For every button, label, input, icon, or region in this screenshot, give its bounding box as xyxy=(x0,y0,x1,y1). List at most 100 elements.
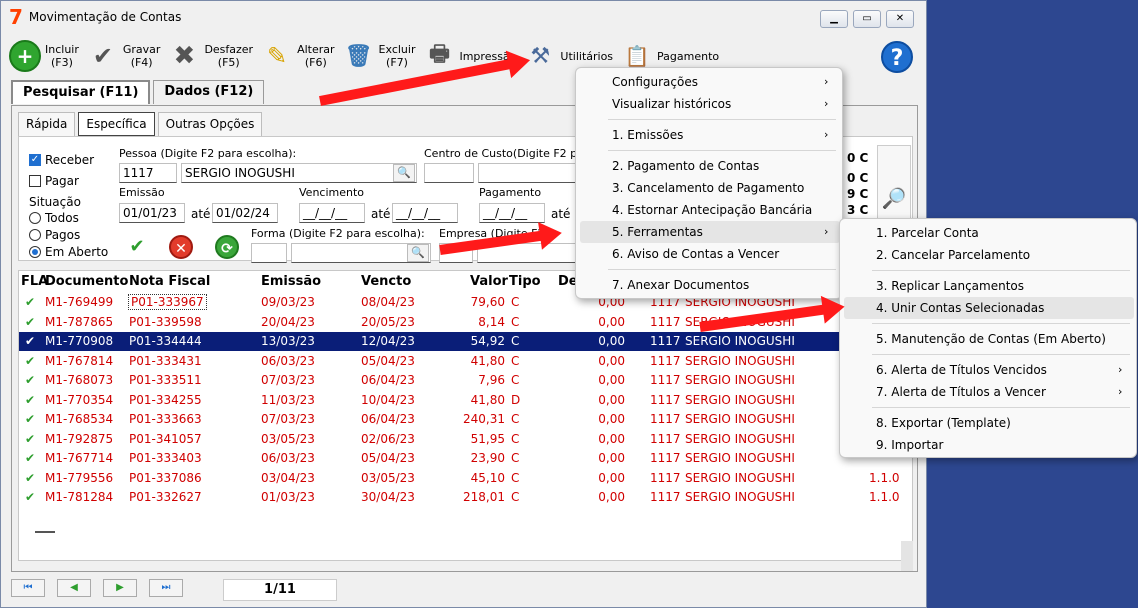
pessoa-code-input[interactable]: 1117 xyxy=(119,163,177,183)
cell-tipo: C xyxy=(511,373,520,387)
menu-item-unir-contas[interactable]: 4. Unir Contas Selecionadas xyxy=(844,297,1134,319)
menu-item-emissoes[interactable]: 1. Emissões › xyxy=(580,124,840,146)
menu-item-aviso-contas[interactable]: 6. Aviso de Contas a Vencer xyxy=(580,243,840,265)
cell-nota-fiscal: P01-334444 xyxy=(129,334,202,348)
first-page-icon[interactable]: ⏮ xyxy=(11,579,45,597)
cell-codigo: 1117 xyxy=(650,470,681,485)
cell-documento: M1-767814 xyxy=(45,353,114,368)
cell-emissao: 07/03/23 xyxy=(261,412,315,426)
table-row[interactable]: ✔ M1-781284 P01-332627 01/03/23 30/04/23 218,… xyxy=(19,488,912,507)
confirm-filter-button[interactable]: ✔ xyxy=(125,235,149,259)
menu-separator xyxy=(608,119,836,120)
col-documento[interactable]: Documento xyxy=(45,274,128,289)
em-aberto-radio[interactable]: Em Aberto xyxy=(29,245,108,259)
tab-pesquisar[interactable]: Pesquisar (F11) xyxy=(11,80,151,104)
table-row[interactable]: ✔ M1-770354 P01-334255 11/03/23 10/04/23 41,8… xyxy=(19,391,912,410)
pagos-radio[interactable]: Pagos xyxy=(29,228,80,242)
help-icon[interactable]: ? xyxy=(881,41,913,73)
cell-tipo: C xyxy=(511,334,520,348)
menu-item-alerta-vencidos[interactable]: 6. Alerta de Títulos Vencidos › xyxy=(844,359,1134,381)
cell-desconto: 0,00 xyxy=(598,373,625,387)
unchecked-icon xyxy=(29,175,41,187)
cell-vencto: 05/04/23 xyxy=(361,353,415,368)
menu-item-cancelamento-pagamento[interactable]: 3. Cancelamento de Pagamento xyxy=(580,177,840,199)
next-page-icon[interactable]: ▶ xyxy=(103,579,137,597)
cell-tipo: D xyxy=(511,392,521,407)
forma-label: Forma (Digite F2 para escolha): xyxy=(251,227,425,240)
table-row[interactable]: ✔ M1-768534 P01-333663 07/03/23 06/04/23 240,… xyxy=(19,410,912,429)
venc-ate-input[interactable]: __/__/__ xyxy=(392,203,458,223)
tab-outras-opcoes[interactable]: Outras Opções xyxy=(157,112,263,136)
table-row[interactable]: ✔ M1-779556 P01-337086 03/04/23 03/05/23 45,1… xyxy=(19,469,912,488)
search-icon[interactable]: 🔍 xyxy=(407,244,429,262)
col-vencto[interactable]: Vencto xyxy=(361,274,411,289)
x-icon: ✖ xyxy=(173,41,196,71)
cell-codigo: 1117 xyxy=(650,412,681,426)
menu-item-exportar[interactable]: 8. Exportar (Template) xyxy=(844,412,1134,434)
menu-item-importar[interactable]: 9. Importar xyxy=(844,434,1134,456)
table-row[interactable]: ✔ M1-770908 P01-334444 13/03/23 12/04/23 54,9… xyxy=(19,332,912,351)
row-check-icon: ✔ xyxy=(25,334,36,348)
gravar-button[interactable]: ✔ Gravar (F4) xyxy=(87,35,161,77)
col-tipo[interactable]: Tipo xyxy=(509,274,541,289)
clear-filter-button[interactable]: ✕ xyxy=(169,235,193,259)
col-valor[interactable]: Valor xyxy=(470,274,508,289)
centro-code-input[interactable] xyxy=(424,163,474,183)
menu-label: Visualizar históricos xyxy=(612,97,732,111)
cell-tipo: C xyxy=(511,353,520,368)
close-button[interactable]: ✕ xyxy=(886,10,914,28)
forma-code-input[interactable] xyxy=(251,243,287,263)
prev-page-icon[interactable]: ◀ xyxy=(57,579,91,597)
venc-de-input[interactable]: __/__/__ xyxy=(299,203,365,223)
cell-documento: M1-792875 xyxy=(45,431,114,446)
alterar-label: Alterar xyxy=(297,43,335,56)
menu-item-parcelar-conta[interactable]: 1. Parcelar Conta xyxy=(844,222,1134,244)
tab-especifica[interactable]: Específica xyxy=(78,112,155,136)
maximize-button[interactable]: ▭ xyxy=(853,10,881,28)
refresh-button[interactable]: ⟳ xyxy=(215,235,239,259)
tab-rapida[interactable]: Rápida xyxy=(18,112,76,136)
menu-item-cancelar-parcelamento[interactable]: 2. Cancelar Parcelamento xyxy=(844,244,1134,266)
scrollbar[interactable] xyxy=(901,541,913,571)
menu-item-replicar-lancamentos[interactable]: 3. Replicar Lançamentos xyxy=(844,275,1134,297)
menu-item-manutencao-contas[interactable]: 5. Manutenção de Contas (Em Aberto) xyxy=(844,328,1134,350)
menu-label: 7. Alerta de Títulos a Vencer xyxy=(876,385,1046,399)
cell-documento: M1-770354 xyxy=(45,392,114,407)
pessoa-name-input[interactable]: SERGIO INOGUSHI xyxy=(181,163,417,183)
tab-dados[interactable]: Dados (F12) xyxy=(153,80,265,104)
menu-item-estornar-antecipacao[interactable]: 4. Estornar Antecipação Bancária xyxy=(580,199,840,221)
menu-item-configuracoes[interactable]: Configurações › xyxy=(580,71,840,93)
table-row[interactable]: ✔ M1-767814 P01-333431 06/03/23 05/04/23 41,8… xyxy=(19,352,912,371)
menu-item-pagamento-contas[interactable]: 2. Pagamento de Contas xyxy=(580,155,840,177)
centro-name-input[interactable] xyxy=(478,163,578,183)
menu-item-alerta-a-vencer[interactable]: 7. Alerta de Títulos a Vencer › xyxy=(844,381,1134,403)
search-icon[interactable]: 🔍 xyxy=(393,164,415,182)
alterar-button[interactable]: ✎ Alterar (F6) xyxy=(261,35,335,77)
radio-on-icon xyxy=(29,246,41,258)
menu-item-visualizar-historicos[interactable]: Visualizar históricos › xyxy=(580,93,840,115)
menu-item-anexar-documentos[interactable]: 7. Anexar Documentos xyxy=(580,274,840,296)
last-page-icon[interactable]: ⏭ xyxy=(149,579,183,597)
menu-item-ferramentas[interactable]: 5. Ferramentas › xyxy=(580,221,840,243)
menu-label: Configurações xyxy=(612,75,698,89)
cell-desconto: 0,00 xyxy=(598,451,625,465)
incluir-button[interactable]: + Incluir (F3) xyxy=(9,35,79,77)
excluir-button[interactable]: 🗑 Excluir (F7) xyxy=(343,35,416,77)
right-value: 9 C xyxy=(847,187,869,201)
table-row[interactable]: ✔ M1-792875 P01-341057 03/05/23 02/06/23 51,9… xyxy=(19,430,912,449)
receber-checkbox[interactable]: ✓ Receber xyxy=(29,153,94,167)
emissao-de-input[interactable]: 01/01/23 xyxy=(119,203,185,223)
minimize-button[interactable]: ▁ xyxy=(820,10,848,28)
col-emissao[interactable]: Emissão xyxy=(261,274,321,289)
desfazer-button[interactable]: ✖ Desfazer (F5) xyxy=(168,35,254,77)
chevron-right-icon: › xyxy=(824,225,829,238)
ferramentas-submenu: 1. Parcelar Conta 2. Cancelar Parcelamen… xyxy=(839,218,1137,458)
todos-radio[interactable]: Todos xyxy=(29,211,79,225)
pagar-checkbox[interactable]: Pagar xyxy=(29,174,79,188)
table-row[interactable]: ✔ M1-768073 P01-333511 07/03/23 06/04/23 7,96… xyxy=(19,371,912,390)
table-row[interactable]: ✔ M1-767714 P01-333403 06/03/23 05/04/23 23,9… xyxy=(19,449,912,468)
pag-de-input[interactable]: __/__/__ xyxy=(479,203,545,223)
emissao-ate-input[interactable]: 01/02/24 xyxy=(212,203,278,223)
cell-desconto: 0,00 xyxy=(598,353,625,368)
col-nota-fiscal[interactable]: Nota Fiscal xyxy=(129,274,210,289)
